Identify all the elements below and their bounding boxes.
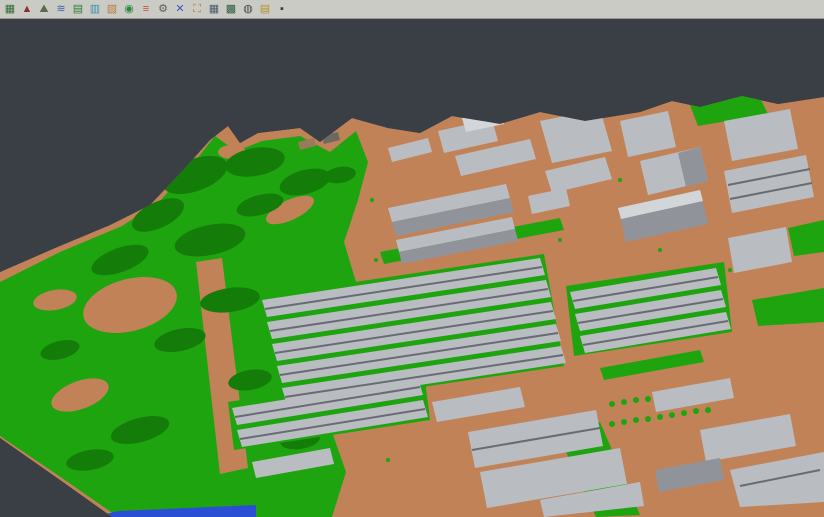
toolbar-button[interactable]: ≡ bbox=[138, 1, 154, 17]
toolbar-button[interactable]: ≋ bbox=[53, 1, 69, 17]
mountain-icon: ⛰ bbox=[39, 4, 48, 15]
layers-icon: ▤ bbox=[260, 4, 270, 15]
classify-icon: ▲ bbox=[22, 4, 33, 15]
toolbar-button[interactable]: ◉ bbox=[121, 1, 137, 17]
measure-icon: ▪ bbox=[280, 4, 284, 15]
sphere-icon: ◍ bbox=[243, 4, 253, 15]
water-icon: ≋ bbox=[56, 4, 65, 15]
mesh-icon: ▩ bbox=[226, 4, 236, 15]
toolbar-button[interactable]: ▧ bbox=[104, 1, 120, 17]
application-window: ▦ ▲ ⛰ ≋ ▤ ▥ ▧ bbox=[0, 0, 824, 517]
toolbar-button[interactable]: ▦ bbox=[206, 1, 222, 17]
viewport-3d[interactable] bbox=[0, 0, 824, 517]
columns-icon: ▥ bbox=[90, 4, 100, 15]
toolbar-button[interactable]: ⚙ bbox=[155, 1, 171, 17]
globe-icon: ◉ bbox=[124, 4, 134, 15]
point-cloud-scene bbox=[0, 0, 824, 517]
toolbar-button[interactable]: ▦ bbox=[2, 1, 18, 17]
toolbar: ▦ ▲ ⛰ ≋ ▤ ▥ ▧ bbox=[0, 0, 824, 19]
terrain-grid-icon: ▦ bbox=[5, 4, 15, 15]
toolbar-button[interactable]: ✕ bbox=[172, 1, 188, 17]
toolbar-button[interactable]: ⛶ bbox=[189, 1, 205, 17]
toolbar-button[interactable]: ▩ bbox=[223, 1, 239, 17]
gear-icon: ⚙ bbox=[158, 4, 168, 15]
toolbar-button[interactable]: ▲ bbox=[19, 1, 35, 17]
extent-icon: ⛶ bbox=[193, 4, 201, 15]
toolbar-button[interactable]: ◍ bbox=[240, 1, 256, 17]
toolbar-button[interactable]: ▥ bbox=[87, 1, 103, 17]
axes-icon: ✕ bbox=[175, 4, 184, 15]
vegetation-icon: ▤ bbox=[73, 4, 83, 15]
toolbar-button[interactable]: ▤ bbox=[70, 1, 86, 17]
toolbar-button[interactable]: ▤ bbox=[257, 1, 273, 17]
toolbar-button[interactable]: ▪ bbox=[274, 1, 290, 17]
contour-lines-icon: ≡ bbox=[143, 4, 149, 15]
toolbar-button[interactable]: ⛰ bbox=[36, 1, 52, 17]
hatch-icon: ▧ bbox=[107, 4, 117, 15]
grid-icon: ▦ bbox=[209, 4, 219, 15]
